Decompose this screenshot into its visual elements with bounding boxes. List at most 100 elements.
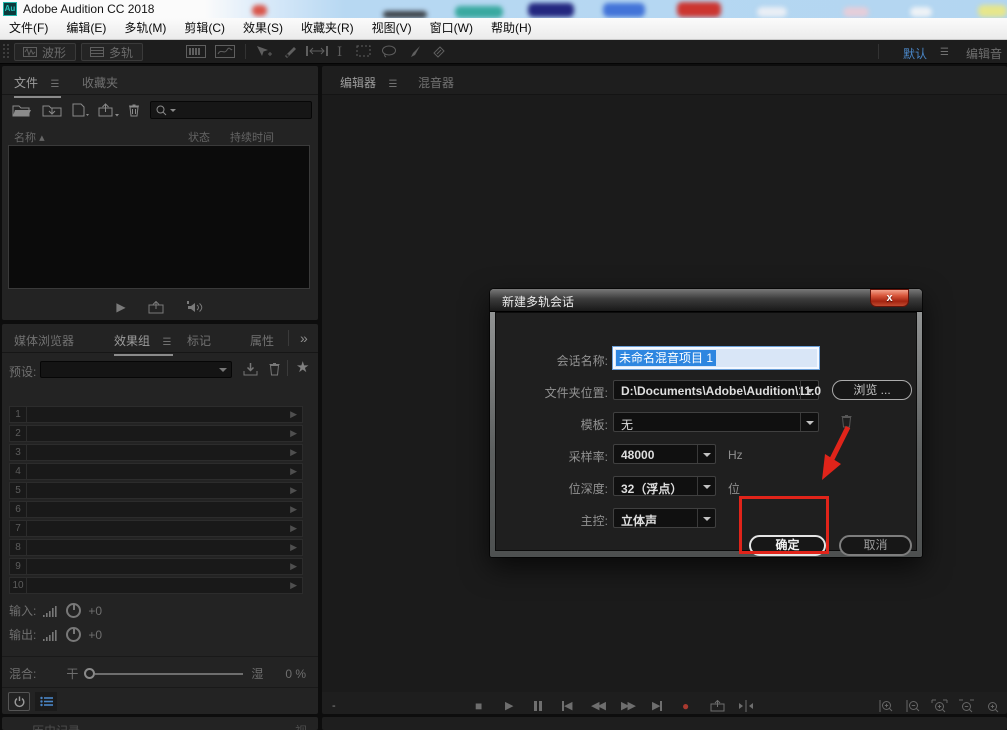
rewind-button[interactable]: ◀◀ — [591, 699, 606, 713]
cancel-button[interactable]: 取消 — [839, 535, 912, 556]
slot-power-arrow-icon[interactable]: ▶ — [290, 466, 297, 477]
search-options-arrow-icon[interactable] — [170, 108, 176, 112]
tab-media-browser[interactable]: 媒体浏览器 — [14, 332, 74, 349]
marquee-selection-tool-icon[interactable] — [356, 45, 371, 57]
mix-slider-thumb[interactable] — [84, 668, 96, 679]
zoom-out-selection-button[interactable] — [958, 699, 975, 713]
workspace-edit-audio-button[interactable]: 编辑音 — [966, 45, 1007, 62]
pitch-display-icon[interactable] — [215, 45, 235, 58]
slot-power-arrow-icon[interactable]: ▶ — [290, 428, 297, 439]
menu-clip[interactable]: 剪辑(C) — [175, 18, 234, 39]
skip-to-start-button[interactable]: ◀ — [562, 699, 572, 713]
chevron-down-icon[interactable] — [800, 381, 818, 399]
file-list-empty[interactable] — [8, 145, 310, 289]
input-gain-knob[interactable] — [66, 603, 82, 618]
slot-power-arrow-icon[interactable]: ▶ — [290, 409, 297, 420]
paintbrush-tool-icon[interactable] — [407, 45, 422, 58]
time-selection-tool-icon[interactable]: I — [337, 45, 342, 60]
master-select[interactable]: 立体声 — [613, 508, 716, 528]
effect-slot[interactable]: 4 ▶ — [9, 463, 303, 480]
column-name[interactable]: 名称 ▴ — [14, 129, 45, 145]
loop-playback-button[interactable] — [710, 700, 725, 712]
import-file-icon[interactable] — [42, 104, 62, 117]
lasso-selection-tool-icon[interactable] — [381, 45, 397, 58]
more-tabs-chevron[interactable]: » — [300, 330, 308, 346]
effect-slot[interactable]: 10 ▶ — [9, 577, 303, 594]
skip-to-end-button[interactable]: ▶ — [652, 699, 663, 713]
spot-healing-tool-icon[interactable] — [431, 45, 447, 58]
menu-window[interactable]: 窗口(W) — [421, 18, 482, 39]
preview-play-icon[interactable]: ▶ — [116, 300, 125, 314]
tab-video[interactable]: 视频 — [295, 722, 318, 730]
stop-button[interactable]: ■ — [475, 699, 482, 713]
open-file-icon[interactable] — [12, 104, 32, 117]
effect-slot[interactable]: 8 ▶ — [9, 539, 303, 556]
mix-slider-track[interactable] — [95, 672, 244, 675]
slot-power-arrow-icon[interactable]: ▶ — [290, 447, 297, 458]
slot-power-arrow-icon[interactable]: ▶ — [290, 542, 297, 553]
record-button[interactable]: ● — [682, 699, 689, 713]
dialog-title-bar[interactable]: 新建多轨会话 x — [490, 289, 922, 312]
effect-slot[interactable]: 3 ▶ — [9, 444, 303, 461]
session-name-input[interactable]: 未命名混音项目 1 — [613, 347, 819, 369]
zoom-out-time-button[interactable] — [905, 699, 921, 713]
menu-multitrack[interactable]: 多轨(M) — [115, 18, 175, 39]
move-tool-icon[interactable] — [255, 45, 273, 58]
tab-mixer[interactable]: 混音器 — [418, 74, 454, 91]
skip-playhead-button[interactable] — [738, 700, 754, 712]
workspace-default-button[interactable]: 默认 — [903, 45, 927, 62]
tab-favorites[interactable]: 收藏夹 — [82, 74, 118, 91]
slot-power-arrow-icon[interactable]: ▶ — [290, 523, 297, 534]
effect-slot[interactable]: 2 ▶ — [9, 425, 303, 442]
spectral-display-icon[interactable] — [186, 45, 206, 58]
workspace-menu-icon[interactable]: ☰ — [940, 47, 951, 58]
chevron-down-icon[interactable] — [697, 509, 715, 527]
output-gain-knob[interactable] — [66, 627, 82, 642]
template-select[interactable]: 无 — [613, 412, 819, 432]
tab-history[interactable]: 历史记录 — [32, 722, 80, 730]
slip-tool-icon[interactable] — [306, 45, 328, 57]
browse-button[interactable]: 浏览 ... — [832, 380, 912, 400]
effect-slot[interactable]: 1 ▶ — [9, 406, 303, 423]
menu-help[interactable]: 帮助(H) — [482, 18, 541, 39]
zoom-in-time-button[interactable] — [878, 699, 894, 713]
zoom-to-selection-button[interactable] — [931, 699, 948, 713]
waveform-view-button[interactable]: 波形 — [14, 43, 76, 61]
editor-panel-menu-icon[interactable]: ☰ — [388, 79, 399, 90]
dialog-close-button[interactable]: x — [870, 289, 909, 307]
tab-markers[interactable]: 标记 — [187, 332, 211, 349]
column-status[interactable]: 状态 — [188, 129, 210, 145]
slot-power-arrow-icon[interactable]: ▶ — [290, 504, 297, 515]
delete-preset-trash-icon[interactable] — [268, 361, 281, 376]
toolbar-grip[interactable] — [2, 43, 10, 60]
zoom-full-button[interactable] — [984, 699, 1001, 713]
slot-power-arrow-icon[interactable]: ▶ — [290, 580, 297, 591]
menu-file[interactable]: 文件(F) — [0, 18, 57, 39]
slot-power-arrow-icon[interactable]: ▶ — [290, 561, 297, 572]
rack-list-view-button[interactable] — [35, 692, 57, 711]
loop-playback-icon[interactable] — [148, 300, 164, 314]
files-panel-menu-icon[interactable]: ☰ — [50, 79, 61, 90]
preset-select[interactable] — [40, 361, 232, 378]
chevron-down-icon[interactable] — [697, 445, 715, 463]
tab-properties[interactable]: 属性 — [250, 332, 274, 349]
folder-location-select[interactable]: D:\Documents\Adobe\Audition\11.0 — [613, 380, 821, 400]
play-button[interactable]: ▶ — [505, 699, 513, 713]
effect-slot[interactable]: 9 ▶ — [9, 558, 303, 575]
auto-play-speaker-icon[interactable] — [186, 300, 204, 314]
trash-icon[interactable] — [128, 103, 140, 117]
sample-rate-select[interactable]: 48000 — [613, 444, 716, 464]
effect-slot[interactable]: 5 ▶ — [9, 482, 303, 499]
new-file-icon[interactable] — [72, 103, 90, 117]
bit-depth-select[interactable]: 32（浮点） — [613, 476, 716, 496]
rack-power-button[interactable] — [8, 692, 30, 711]
pause-button[interactable] — [534, 701, 542, 711]
menu-effects[interactable]: 效果(S) — [234, 18, 292, 39]
multitrack-view-button[interactable]: 多轨 — [81, 43, 143, 61]
fast-forward-button[interactable]: ▶▶ — [621, 699, 636, 713]
insert-into-multitrack-icon[interactable] — [98, 103, 120, 117]
effect-slot[interactable]: 6 ▶ — [9, 501, 303, 518]
slot-power-arrow-icon[interactable]: ▶ — [290, 485, 297, 496]
effect-slot[interactable]: 7 ▶ — [9, 520, 303, 537]
menu-favorites[interactable]: 收藏夹(R) — [292, 18, 363, 39]
